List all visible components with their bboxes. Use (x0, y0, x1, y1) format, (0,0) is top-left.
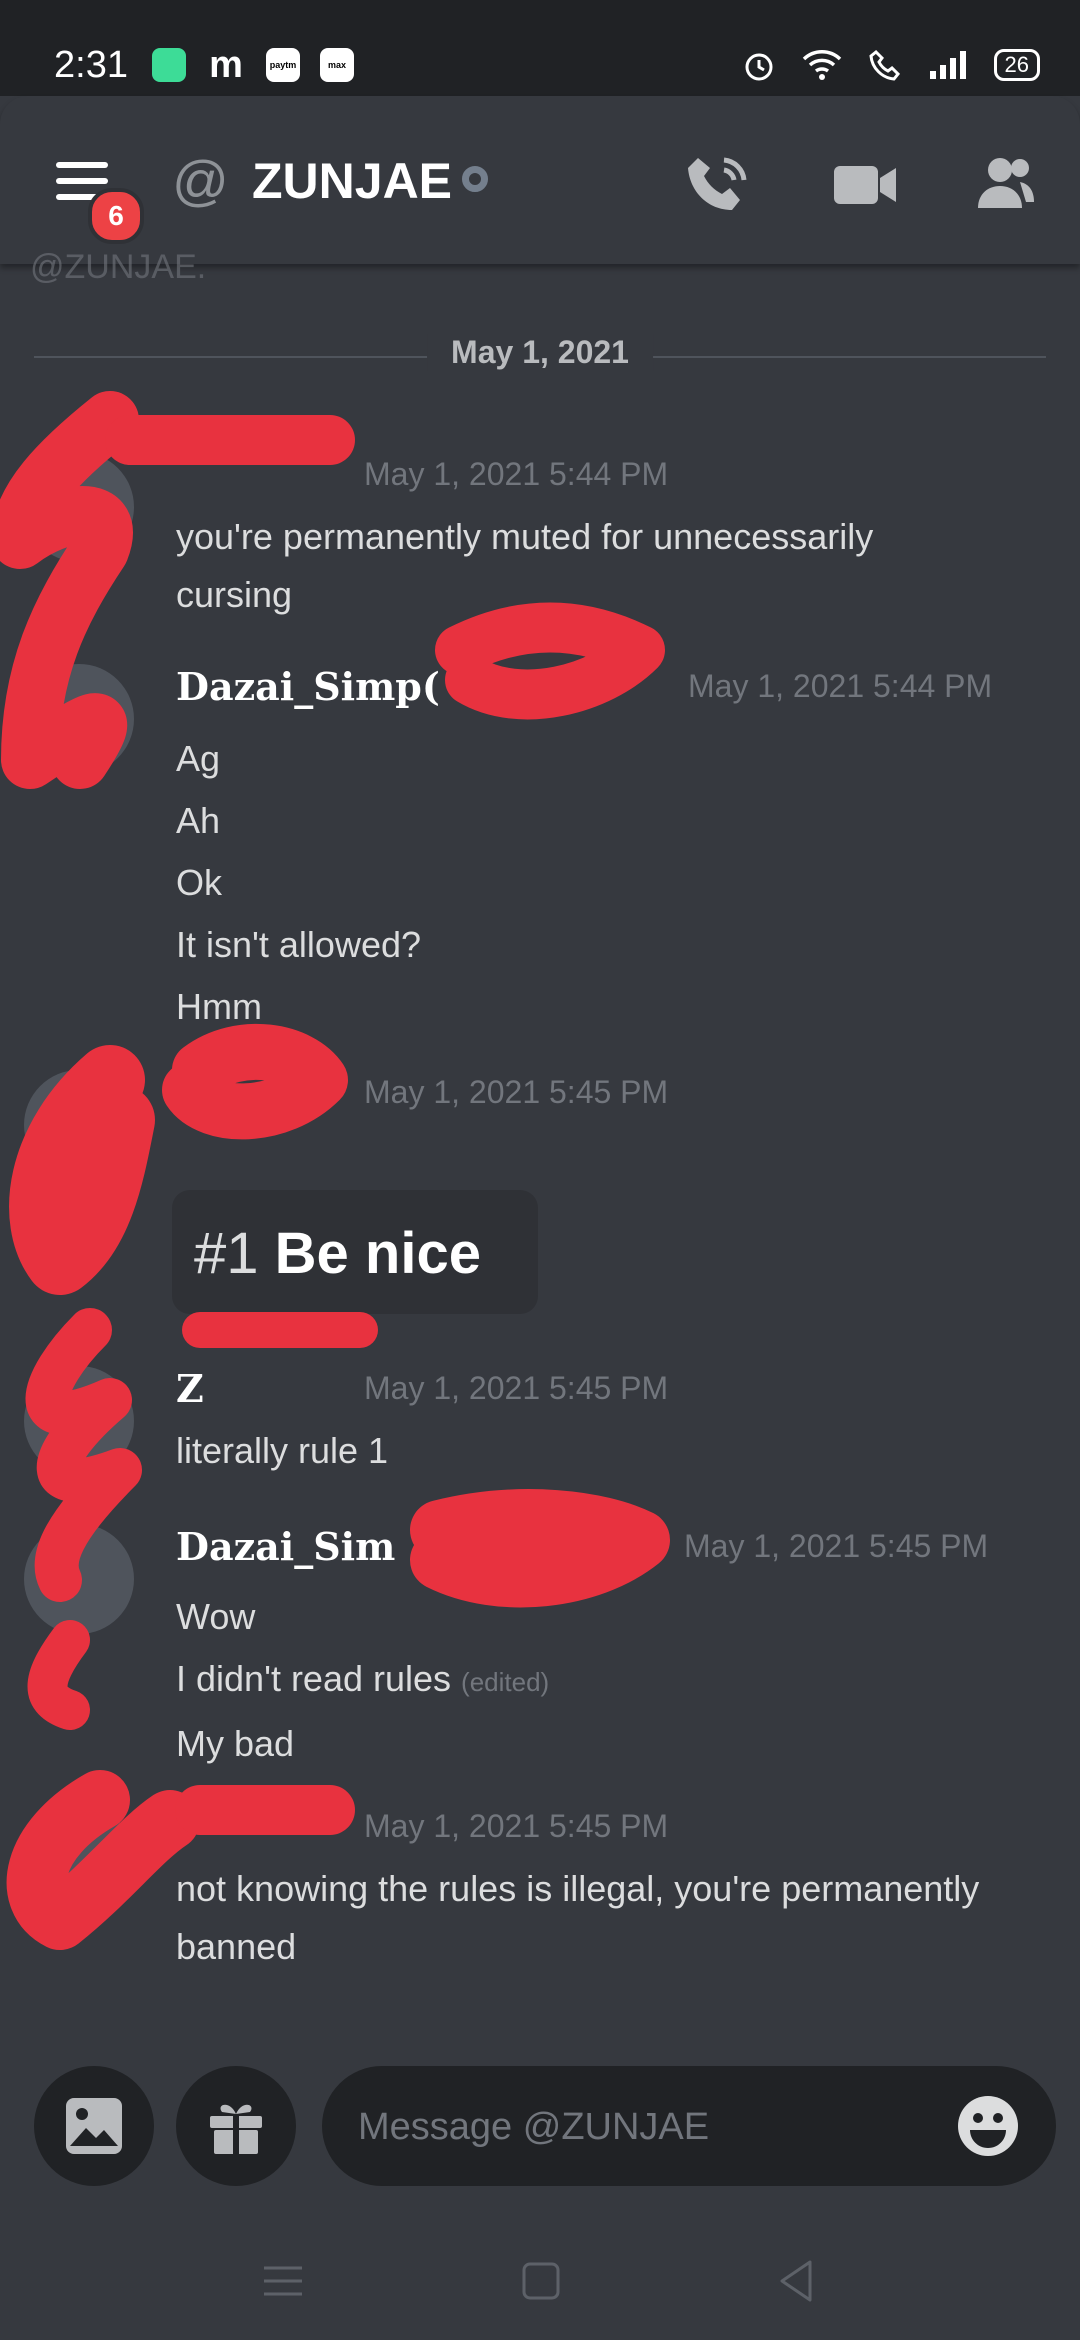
emoji-icon[interactable] (956, 2094, 1020, 2158)
redaction-mark (9, 1045, 155, 1295)
back-icon[interactable] (772, 2256, 822, 2306)
timestamp: May 1, 2021 5:44 PM (688, 668, 993, 704)
alarm-icon (745, 53, 773, 81)
app-notification-icon (152, 48, 186, 82)
attach-image-button[interactable] (34, 2066, 154, 2186)
date-divider-label: May 1, 2021 (427, 334, 653, 371)
clock: 2:31 (54, 44, 128, 86)
offline-status-icon (462, 166, 488, 192)
video-call-icon[interactable] (830, 150, 900, 220)
recents-menu-icon[interactable] (258, 2256, 308, 2306)
at-icon: @ (172, 149, 229, 212)
voice-call-icon[interactable] (684, 150, 754, 220)
redaction-mark (6, 1770, 200, 1950)
redaction-mark (27, 1620, 90, 1730)
message-placeholder: Message @ZUNJAE (358, 2106, 710, 2148)
redaction-mark (0, 391, 139, 789)
members-icon[interactable] (970, 150, 1040, 220)
signal-icon (929, 51, 966, 79)
channel-header: @ZUNJAE. (0, 96, 1080, 286)
redaction-scribbles (0, 391, 670, 1950)
composer: Message @ZUNJAE (0, 2060, 1080, 2190)
unread-badge: 6 (88, 188, 144, 244)
system-icons: 26 (742, 48, 1040, 82)
message-input[interactable]: Message @ZUNJAE (322, 2066, 1056, 2186)
home-icon[interactable] (516, 2256, 566, 2306)
m-app-icon: m (209, 43, 243, 86)
image-icon (66, 2098, 122, 2154)
paytm-icon: paytm (266, 48, 300, 82)
dm-title[interactable]: ZUNJAE (252, 152, 452, 210)
wifi-icon (802, 50, 841, 80)
notification-icons: m paytm max (152, 43, 354, 86)
hamburger-icon (56, 162, 108, 168)
wifi-calling-icon (868, 49, 900, 81)
redaction-mark (25, 1308, 142, 1602)
timestamp: May 1, 2021 5:45 PM (684, 1528, 989, 1564)
redaction-mark (162, 1023, 348, 1140)
status-bar: 2:31 m paytm max 26 (0, 0, 1080, 96)
gift-button[interactable] (176, 2066, 296, 2186)
max-icon: max (320, 48, 354, 82)
redaction-mark (410, 1489, 670, 1608)
system-nav-bar (0, 2226, 1080, 2340)
battery-indicator: 26 (993, 49, 1040, 81)
gift-icon (210, 2104, 262, 2154)
redaction-mark (435, 602, 665, 720)
